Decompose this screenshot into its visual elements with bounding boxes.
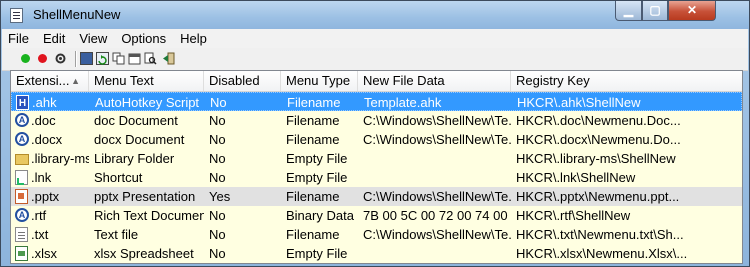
column-header-extension[interactable]: Extensi... ▲: [11, 71, 89, 91]
cell-menu-type: Empty File: [286, 170, 348, 185]
cell-menu-text: AutoHotkey Script: [95, 95, 200, 110]
cell-extension: .rtf: [31, 208, 47, 223]
cell-menu-type: Filename: [286, 132, 340, 147]
cell-registry-key: HKCR\.docx\Newmenu.Do...: [516, 132, 681, 147]
cell-menu-text: pptx Presentation: [94, 189, 196, 204]
cell-disabled: No: [209, 132, 226, 147]
table-row[interactable]: .lnk Shortcut No Empty File HKCR\.lnk\ShellN…: [11, 168, 742, 187]
cell-disabled: Yes: [209, 189, 231, 204]
cell-menu-text: xlsx Spreadsheet: [94, 246, 194, 261]
properties-icon[interactable]: [54, 52, 67, 65]
cell-menu-text: doc Document: [94, 113, 178, 128]
cell-extension: .doc: [31, 113, 56, 128]
cell-new-file-data: C:\Windows\ShellNew\Te...: [363, 189, 511, 204]
table-row[interactable]: .xlsx xlsx Spreadsheet No Empty File HKCR\.x…: [11, 244, 742, 263]
cell-extension: .pptx: [31, 189, 60, 204]
table-row[interactable]: H .ahk AutoHotkey Script No Filename Template…: [11, 92, 742, 111]
app-icon: [10, 8, 23, 23]
file-types-table: Extensi... ▲ Menu Text Disabled Menu Type…: [10, 70, 743, 264]
cell-registry-key: HKCR\.rtf\ShellNew: [516, 208, 631, 223]
find-icon[interactable]: [144, 52, 157, 65]
cell-new-file-data: Template.ahk: [364, 95, 442, 110]
menu-edit[interactable]: Edit: [36, 29, 72, 48]
disable-icon[interactable]: [38, 54, 47, 63]
cell-extension: .txt: [31, 227, 49, 242]
cell-extension: .ahk: [32, 95, 57, 110]
menu-view[interactable]: View: [72, 29, 114, 48]
cell-new-file-data: 7B 00 5C 00 72 00 74 00 66...: [363, 208, 511, 223]
column-header-disabled[interactable]: Disabled: [204, 71, 281, 91]
cell-registry-key: HKCR\.pptx\Newmenu.ppt...: [516, 189, 680, 204]
cell-menu-type: Filename: [286, 113, 340, 128]
minimize-button[interactable]: ▁: [615, 1, 642, 21]
table-row[interactable]: A .rtf Rich Text Document No Binary Data 7B 0…: [11, 206, 742, 225]
cell-disabled: No: [210, 95, 227, 110]
menu-help[interactable]: Help: [173, 29, 214, 48]
cell-disabled: No: [209, 246, 226, 261]
close-button[interactable]: ✕: [668, 1, 716, 21]
cell-menu-type: Filename: [286, 189, 340, 204]
copy-icon[interactable]: [112, 52, 125, 65]
table-row[interactable]: A .docx docx Document No Filename C:\Windows\…: [11, 130, 742, 149]
column-header-menu-text[interactable]: Menu Text: [89, 71, 204, 91]
cell-menu-type: Filename: [287, 95, 341, 110]
cell-new-file-data: C:\Windows\ShellNew\Te...: [363, 132, 511, 147]
table-row[interactable]: .pptx pptx Presentation Yes Filename C:\Wind…: [11, 187, 742, 206]
cell-disabled: No: [209, 208, 226, 223]
toolbar-separator: [75, 51, 77, 67]
column-header-menu-type[interactable]: Menu Type: [281, 71, 358, 91]
table-row[interactable]: .txt Text file No Filename C:\Windows\ShellN…: [11, 225, 742, 244]
cell-extension: .xlsx: [31, 246, 57, 261]
cell-extension: .library-ms: [31, 151, 89, 166]
cell-menu-text: Rich Text Document: [94, 208, 204, 223]
cell-extension: .lnk: [31, 170, 52, 185]
cell-menu-text: Text file: [94, 227, 139, 242]
cell-registry-key: HKCR\.ahk\ShellNew: [517, 95, 641, 110]
cell-disabled: No: [209, 227, 226, 242]
cell-registry-key: HKCR\.library-ms\ShellNew: [516, 151, 676, 166]
cell-menu-type: Binary Data: [286, 208, 354, 223]
html-report-icon[interactable]: [128, 52, 141, 65]
column-header-registry-key[interactable]: Registry Key: [511, 71, 742, 91]
cell-registry-key: HKCR\.doc\Newmenu.Doc...: [516, 113, 681, 128]
cell-menu-text: Shortcut: [94, 170, 143, 185]
table-row[interactable]: .library-ms Library Folder No Empty File HKC…: [11, 149, 742, 168]
cell-new-file-data: C:\Windows\ShellNew\Te...: [363, 113, 511, 128]
cell-menu-type: Empty File: [286, 246, 348, 261]
cell-new-file-data: C:\Windows\ShellNew\Te...: [363, 227, 511, 242]
cell-menu-text: Library Folder: [94, 151, 175, 166]
cell-menu-type: Filename: [286, 227, 340, 242]
cell-extension: .docx: [31, 132, 63, 147]
cell-registry-key: HKCR\.txt\Newmenu.txt\Sh...: [516, 227, 684, 242]
app-window: ShellMenuNew ▁ ▢ ✕ File Edit View Options He…: [0, 0, 750, 267]
cell-new-file-data: [358, 168, 511, 187]
cell-menu-text: docx Document: [94, 132, 185, 147]
cell-menu-type: Empty File: [286, 151, 348, 166]
cell-registry-key: HKCR\.xlsx\Newmenu.Xlsx\...: [516, 246, 688, 261]
title-bar[interactable]: ShellMenuNew ▁ ▢ ✕: [1, 1, 749, 29]
cell-disabled: No: [209, 170, 226, 185]
column-header-new-file-data[interactable]: New File Data: [358, 71, 511, 91]
refresh-icon[interactable]: [96, 52, 109, 65]
maximize-button[interactable]: ▢: [642, 1, 668, 21]
table-row[interactable]: A .doc doc Document No Filename C:\Windows\Sh…: [11, 111, 742, 130]
cell-disabled: No: [209, 113, 226, 128]
window-title: ShellMenuNew: [33, 7, 121, 22]
cell-new-file-data: [358, 149, 511, 168]
table-header: Extensi... ▲ Menu Text Disabled Menu Type…: [11, 71, 742, 92]
cell-new-file-data: [358, 244, 511, 263]
cell-disabled: No: [209, 151, 226, 166]
save-icon[interactable]: [80, 52, 93, 65]
exit-icon[interactable]: [162, 52, 175, 65]
cell-registry-key: HKCR\.lnk\ShellNew: [516, 170, 636, 185]
menu-file[interactable]: File: [2, 29, 36, 48]
menu-options[interactable]: Options: [114, 29, 173, 48]
toolbar: [2, 48, 748, 71]
sort-ascending-icon: ▲: [71, 76, 80, 86]
menu-bar: File Edit View Options Help: [2, 29, 748, 48]
enable-icon[interactable]: [21, 54, 30, 63]
